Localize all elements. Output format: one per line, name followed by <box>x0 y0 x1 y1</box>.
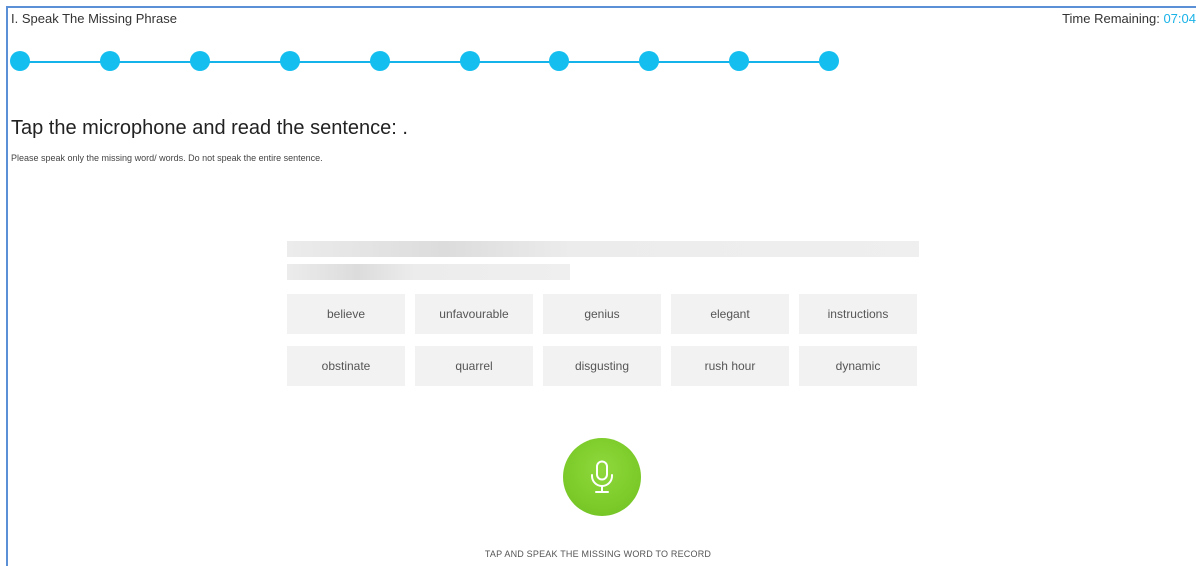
progress-step <box>100 51 120 71</box>
choice-chip[interactable]: obstinate <box>287 346 405 386</box>
progress-step <box>460 51 480 71</box>
progress-step <box>549 51 569 71</box>
progress-tracker <box>10 51 840 73</box>
progress-line <box>20 61 830 63</box>
question-instruction: Please speak only the missing word/ word… <box>11 153 323 163</box>
choice-chip[interactable]: rush hour <box>671 346 789 386</box>
progress-step <box>729 51 749 71</box>
sentence-placeholder-line <box>287 241 919 257</box>
sentence-placeholder-line <box>287 264 570 280</box>
timer-value: 07:04 <box>1163 11 1196 26</box>
choice-chip[interactable]: instructions <box>799 294 917 334</box>
progress-step <box>639 51 659 71</box>
progress-step <box>819 51 839 71</box>
section-title: I. Speak The Missing Phrase <box>11 11 177 26</box>
choice-chip[interactable]: genius <box>543 294 661 334</box>
progress-step <box>10 51 30 71</box>
choice-chip[interactable]: elegant <box>671 294 789 334</box>
choice-chip[interactable]: disgusting <box>543 346 661 386</box>
choice-chip[interactable]: quarrel <box>415 346 533 386</box>
timer: Time Remaining: 07:04 <box>1062 11 1196 26</box>
record-button[interactable] <box>563 438 641 516</box>
microphone-icon <box>591 460 613 493</box>
choice-chip[interactable]: unfavourable <box>415 294 533 334</box>
timer-label: Time Remaining: <box>1062 11 1164 26</box>
progress-step <box>190 51 210 71</box>
choice-chip[interactable]: believe <box>287 294 405 334</box>
record-caption: TAP AND SPEAK THE MISSING WORD TO RECORD <box>484 549 712 559</box>
choice-chip[interactable]: dynamic <box>799 346 917 386</box>
progress-step <box>280 51 300 71</box>
question-prompt: Tap the microphone and read the sentence… <box>11 117 408 139</box>
progress-step <box>370 51 390 71</box>
